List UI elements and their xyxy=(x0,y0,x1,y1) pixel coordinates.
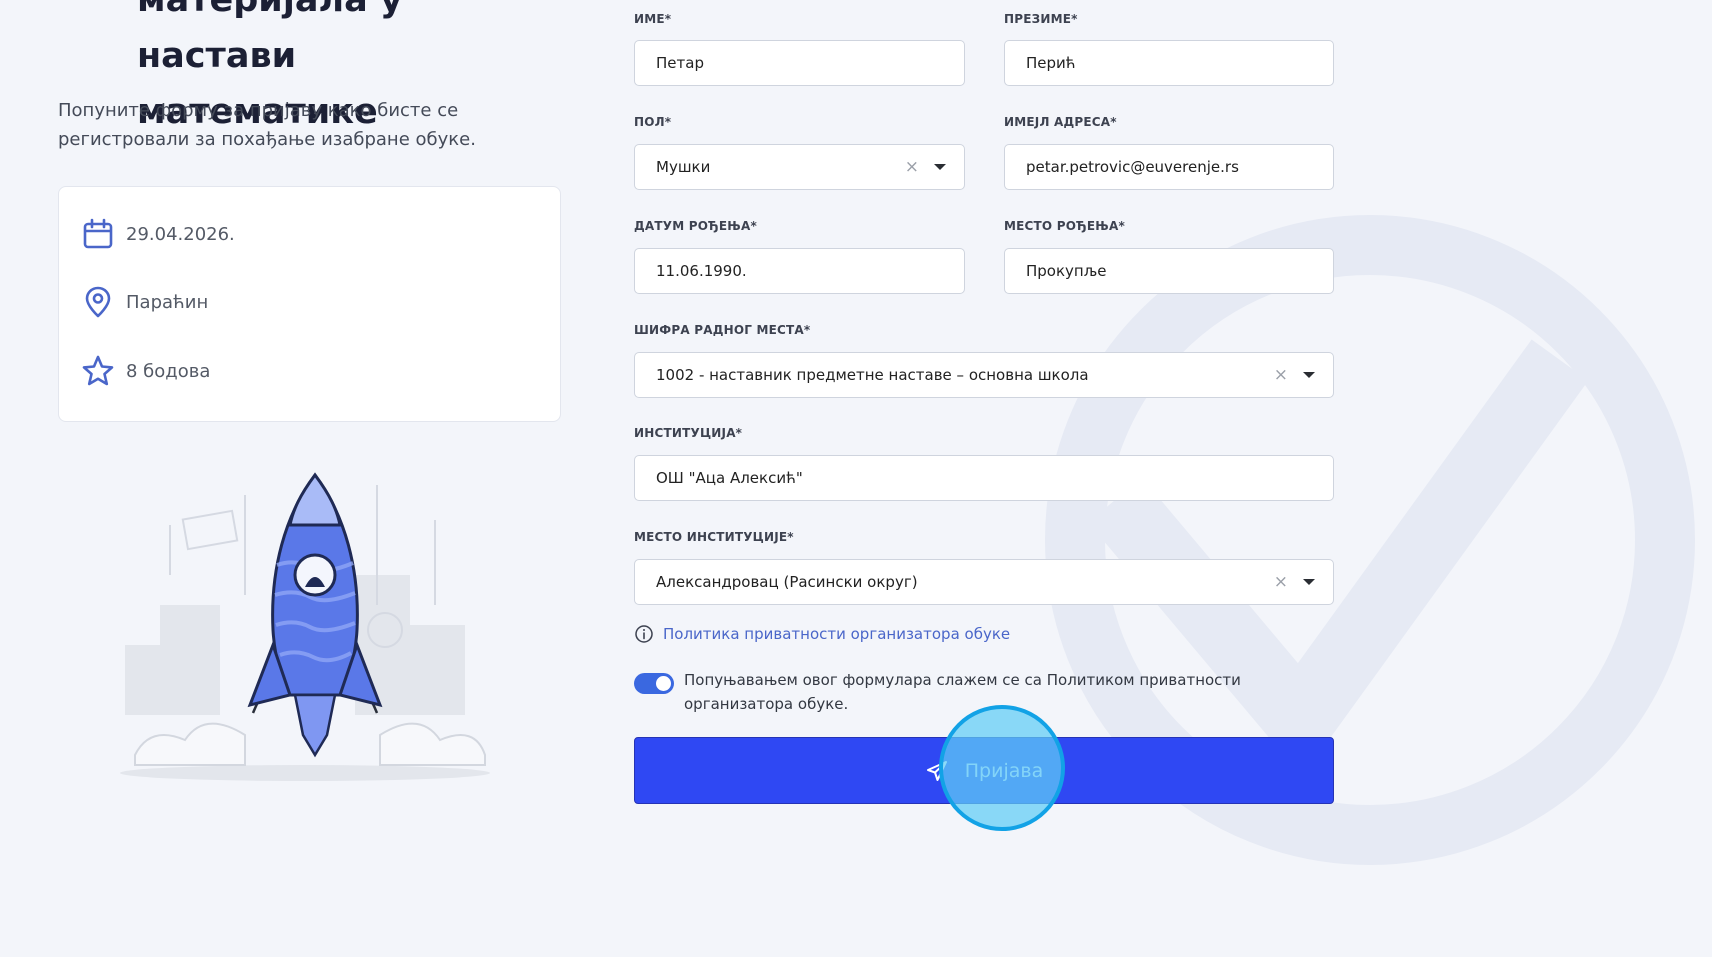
institution-place-clear-icon[interactable]: × xyxy=(1274,572,1288,592)
info-points: 8 бодова xyxy=(81,354,210,388)
rocket-illustration xyxy=(120,472,490,781)
gender-clear-icon[interactable]: × xyxy=(905,157,919,177)
institution-place-dropdown-icon[interactable] xyxy=(1303,579,1315,585)
birth-place-label: МЕСТО РОЂЕЊА* xyxy=(1004,219,1125,233)
last-name-input[interactable]: Перић xyxy=(1004,40,1334,86)
info-date-text: 29.04.2026. xyxy=(126,223,235,245)
institution-value: ОШ "Аца Алексић" xyxy=(656,469,803,487)
job-code-label: ШИФРА РАДНОГ МЕСТА* xyxy=(634,323,811,337)
last-name-label: ПРЕЗИМЕ* xyxy=(1004,12,1078,26)
gender-dropdown-icon[interactable] xyxy=(934,164,946,170)
consent-text: Попуњавањем овог формулара слажем се са … xyxy=(684,671,1241,713)
birth-date-label: ДАТУМ РОЂЕЊА* xyxy=(634,219,757,233)
first-name-label: ИМЕ* xyxy=(634,12,672,26)
info-location: Параћин xyxy=(81,285,208,319)
consent-toggle[interactable] xyxy=(634,673,674,694)
institution-place-select[interactable]: Александровац (Расински округ) × xyxy=(634,559,1334,605)
info-points-text: 8 бодова xyxy=(126,360,211,382)
email-input[interactable]: petar.petrovic@euverenje.rs xyxy=(1004,144,1334,190)
consent-toggle-knob xyxy=(656,676,671,691)
gender-label: ПОЛ* xyxy=(634,115,672,129)
privacy-policy-link-text[interactable]: Политика приватности организатора обуке xyxy=(663,625,1010,643)
last-name-value: Перић xyxy=(1026,54,1076,72)
info-location-text: Параћин xyxy=(126,291,209,313)
event-info-card: 29.04.2026. Параћин 8 бодова xyxy=(58,186,561,422)
institution-input[interactable]: ОШ "Аца Алексић" xyxy=(634,455,1334,501)
institution-place-value: Александровац (Расински округ) xyxy=(656,573,918,591)
star-icon xyxy=(82,355,114,386)
first-name-value: Петар xyxy=(656,54,704,72)
info-date: 29.04.2026. xyxy=(81,217,235,251)
intro-text: Попуните форму за пријаву како бисте се … xyxy=(58,100,476,150)
job-code-clear-icon[interactable]: × xyxy=(1274,365,1288,385)
email-label: ИМЕЈЛ АДРЕСА* xyxy=(1004,115,1117,129)
institution-place-label: МЕСТО ИНСТИТУЦИЈЕ* xyxy=(634,530,794,544)
birth-date-input[interactable]: 11.06.1990. xyxy=(634,248,965,294)
birth-place-input[interactable]: Прокупље xyxy=(1004,248,1334,294)
birth-date-value: 11.06.1990. xyxy=(656,262,747,280)
send-icon xyxy=(926,760,947,781)
email-value: petar.petrovic@euverenje.rs xyxy=(1026,158,1239,176)
institution-label: ИНСТИТУЦИЈА* xyxy=(634,426,743,440)
privacy-policy-link[interactable]: Политика приватности организатора обуке xyxy=(634,624,1010,644)
first-name-input[interactable]: Петар xyxy=(634,40,965,86)
job-code-select[interactable]: 1002 - наставник предметне наставе – осн… xyxy=(634,352,1334,398)
location-pin-icon xyxy=(85,286,111,318)
birth-place-value: Прокупље xyxy=(1026,262,1107,280)
gender-value: Мушки xyxy=(656,158,711,176)
info-icon xyxy=(635,625,653,643)
submit-button[interactable]: Пријава xyxy=(634,737,1334,804)
gender-select[interactable]: Мушки × xyxy=(634,144,965,190)
job-code-dropdown-icon[interactable] xyxy=(1303,372,1315,378)
job-code-value: 1002 - наставник предметне наставе – осн… xyxy=(656,366,1089,384)
calendar-icon xyxy=(83,218,113,249)
submit-button-label: Пријава xyxy=(964,759,1044,782)
